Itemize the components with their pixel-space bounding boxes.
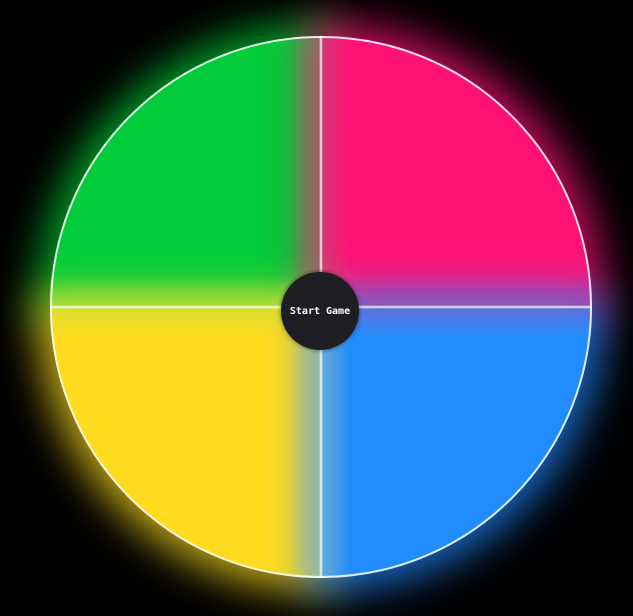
simon-board: Start Game — [50, 36, 592, 578]
yellow-pad-fill — [50, 307, 321, 578]
blue-pad[interactable] — [321, 307, 592, 578]
game-stage: Start Game — [0, 0, 633, 616]
blue-pad-fill — [321, 307, 592, 578]
green-pad-fill — [50, 36, 321, 307]
start-game-button[interactable]: Start Game — [281, 272, 359, 350]
green-pad[interactable] — [50, 36, 321, 307]
pink-pad[interactable] — [321, 36, 592, 307]
pink-pad-fill — [321, 36, 592, 307]
yellow-pad[interactable] — [50, 307, 321, 578]
